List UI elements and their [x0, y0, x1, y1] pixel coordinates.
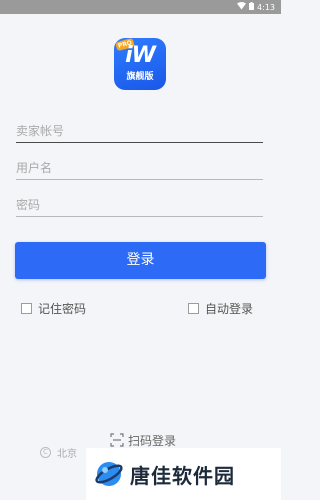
footer: C 北京	[40, 445, 77, 460]
remember-password-option[interactable]: 记住密码	[21, 299, 86, 317]
footer-text: 北京	[57, 448, 77, 460]
copyright-icon: C	[40, 446, 51, 458]
app-logo: PRO iW 旗舰版	[114, 38, 166, 90]
username-field	[16, 156, 263, 180]
app-logo-mark: iW	[125, 43, 156, 68]
password-field	[16, 193, 263, 217]
seller-account-field	[16, 119, 263, 143]
remember-password-checkbox[interactable]	[21, 302, 32, 314]
status-time: 4:13	[257, 2, 275, 12]
password-input[interactable]	[16, 193, 263, 216]
watermark-text: 唐佳软件园	[130, 463, 235, 488]
auto-login-checkbox[interactable]	[188, 302, 199, 314]
scan-login-label: 扫码登录	[128, 433, 177, 448]
scan-icon	[110, 433, 124, 447]
login-button[interactable]: 登录	[15, 242, 266, 279]
auto-login-label: 自动登录	[205, 301, 254, 316]
remember-password-label: 记住密码	[38, 301, 87, 316]
battery-icon	[249, 2, 255, 12]
auto-login-option[interactable]: 自动登录	[188, 299, 253, 317]
wifi-icon	[237, 2, 247, 12]
app-logo-text: 旗舰版	[126, 72, 154, 82]
seller-account-input[interactable]	[16, 119, 263, 142]
watermark: 唐佳软件园	[86, 448, 281, 500]
watermark-logo-icon	[94, 459, 124, 489]
status-bar: 4:13	[0, 0, 281, 14]
scan-login-link[interactable]: 扫码登录	[110, 431, 176, 449]
username-input[interactable]	[16, 156, 263, 179]
